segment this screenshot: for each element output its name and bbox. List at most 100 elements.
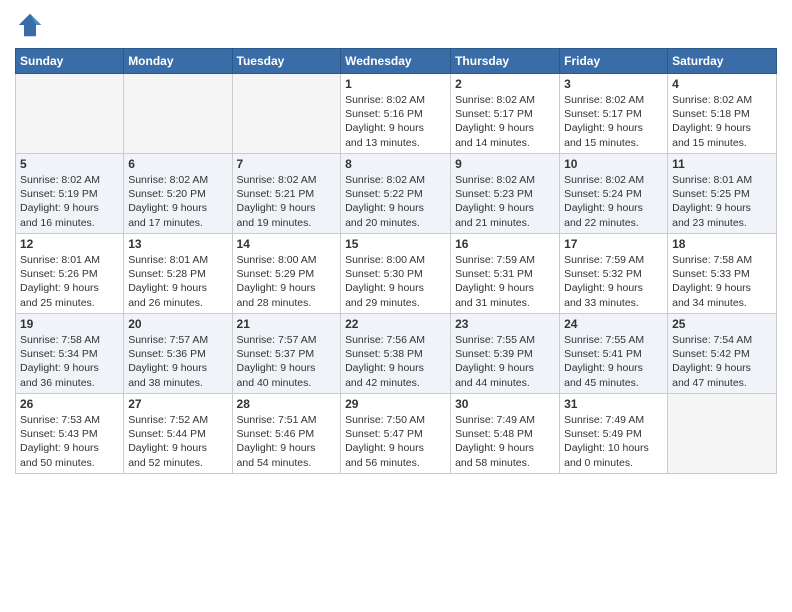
day-number: 24: [564, 317, 663, 331]
day-info: Sunrise: 8:02 AM Sunset: 5:22 PM Dayligh…: [345, 173, 446, 230]
day-info: Sunrise: 7:54 AM Sunset: 5:42 PM Dayligh…: [672, 333, 772, 390]
calendar-cell: 20 Sunrise: 7:57 AM Sunset: 5:36 PM Dayli…: [124, 314, 232, 394]
calendar-week-1: 1 Sunrise: 8:02 AM Sunset: 5:16 PM Daylig…: [16, 74, 777, 154]
header-sunday: Sunday: [16, 49, 124, 74]
day-info: Sunrise: 7:49 AM Sunset: 5:49 PM Dayligh…: [564, 413, 663, 470]
day-info: Sunrise: 7:59 AM Sunset: 5:32 PM Dayligh…: [564, 253, 663, 310]
calendar-cell: 10 Sunrise: 8:02 AM Sunset: 5:24 PM Dayli…: [560, 154, 668, 234]
day-number: 26: [20, 397, 119, 411]
day-info: Sunrise: 8:02 AM Sunset: 5:19 PM Dayligh…: [20, 173, 119, 230]
calendar-cell: 13 Sunrise: 8:01 AM Sunset: 5:28 PM Dayli…: [124, 234, 232, 314]
day-info: Sunrise: 8:02 AM Sunset: 5:18 PM Dayligh…: [672, 93, 772, 150]
calendar-cell: 16Sunrise: 7:59 AM Sunset: 5:31 PM Dayli…: [451, 234, 560, 314]
calendar-cell: 14Sunrise: 8:00 AM Sunset: 5:29 PM Dayli…: [232, 234, 341, 314]
calendar-cell: 21 Sunrise: 7:57 AM Sunset: 5:37 PM Dayli…: [232, 314, 341, 394]
calendar-cell: 11Sunrise: 8:01 AM Sunset: 5:25 PM Dayli…: [668, 154, 777, 234]
day-info: Sunrise: 8:00 AM Sunset: 5:30 PM Dayligh…: [345, 253, 446, 310]
calendar-cell: 26 Sunrise: 7:53 AM Sunset: 5:43 PM Dayli…: [16, 394, 124, 474]
day-number: 22: [345, 317, 446, 331]
day-info: Sunrise: 8:02 AM Sunset: 5:21 PM Dayligh…: [237, 173, 337, 230]
calendar-cell: 22 Sunrise: 7:56 AM Sunset: 5:38 PM Dayli…: [341, 314, 451, 394]
calendar-cell: [668, 394, 777, 474]
calendar-week-2: 5Sunrise: 8:02 AM Sunset: 5:19 PM Daylig…: [16, 154, 777, 234]
day-number: 13: [128, 237, 227, 251]
day-info: Sunrise: 7:49 AM Sunset: 5:48 PM Dayligh…: [455, 413, 555, 470]
day-info: Sunrise: 8:01 AM Sunset: 5:26 PM Dayligh…: [20, 253, 119, 310]
calendar-cell: [232, 74, 341, 154]
day-number: 6: [128, 157, 227, 171]
calendar-cell: 23 Sunrise: 7:55 AM Sunset: 5:39 PM Dayli…: [451, 314, 560, 394]
day-number: 4: [672, 77, 772, 91]
day-number: 9: [455, 157, 555, 171]
calendar-cell: 27 Sunrise: 7:52 AM Sunset: 5:44 PM Dayli…: [124, 394, 232, 474]
day-info: Sunrise: 7:55 AM Sunset: 5:41 PM Dayligh…: [564, 333, 663, 390]
calendar-cell: 4 Sunrise: 8:02 AM Sunset: 5:18 PM Daylig…: [668, 74, 777, 154]
header-wednesday: Wednesday: [341, 49, 451, 74]
calendar-table: SundayMondayTuesdayWednesdayThursdayFrid…: [15, 48, 777, 474]
day-number: 25: [672, 317, 772, 331]
day-info: Sunrise: 7:58 AM Sunset: 5:33 PM Dayligh…: [672, 253, 772, 310]
calendar-cell: 8 Sunrise: 8:02 AM Sunset: 5:22 PM Daylig…: [341, 154, 451, 234]
day-info: Sunrise: 8:01 AM Sunset: 5:28 PM Dayligh…: [128, 253, 227, 310]
day-number: 28: [237, 397, 337, 411]
calendar-cell: 5Sunrise: 8:02 AM Sunset: 5:19 PM Daylig…: [16, 154, 124, 234]
calendar-cell: 19Sunrise: 7:58 AM Sunset: 5:34 PM Dayli…: [16, 314, 124, 394]
calendar-week-4: 19Sunrise: 7:58 AM Sunset: 5:34 PM Dayli…: [16, 314, 777, 394]
day-info: Sunrise: 8:02 AM Sunset: 5:16 PM Dayligh…: [345, 93, 446, 150]
day-info: Sunrise: 7:56 AM Sunset: 5:38 PM Dayligh…: [345, 333, 446, 390]
day-info: Sunrise: 7:51 AM Sunset: 5:46 PM Dayligh…: [237, 413, 337, 470]
day-number: 12: [20, 237, 119, 251]
day-info: Sunrise: 8:02 AM Sunset: 5:23 PM Dayligh…: [455, 173, 555, 230]
day-info: Sunrise: 8:02 AM Sunset: 5:17 PM Dayligh…: [455, 93, 555, 150]
day-number: 3: [564, 77, 663, 91]
day-number: 2: [455, 77, 555, 91]
day-info: Sunrise: 7:57 AM Sunset: 5:37 PM Dayligh…: [237, 333, 337, 390]
calendar-cell: 2 Sunrise: 8:02 AM Sunset: 5:17 PM Daylig…: [451, 74, 560, 154]
day-number: 20: [128, 317, 227, 331]
day-number: 31: [564, 397, 663, 411]
page: SundayMondayTuesdayWednesdayThursdayFrid…: [0, 0, 792, 612]
day-info: Sunrise: 8:02 AM Sunset: 5:20 PM Dayligh…: [128, 173, 227, 230]
calendar-cell: 1 Sunrise: 8:02 AM Sunset: 5:16 PM Daylig…: [341, 74, 451, 154]
calendar-cell: 7 Sunrise: 8:02 AM Sunset: 5:21 PM Daylig…: [232, 154, 341, 234]
day-number: 18: [672, 237, 772, 251]
day-number: 15: [345, 237, 446, 251]
calendar-cell: 30 Sunrise: 7:49 AM Sunset: 5:48 PM Dayli…: [451, 394, 560, 474]
day-number: 16: [455, 237, 555, 251]
day-info: Sunrise: 7:52 AM Sunset: 5:44 PM Dayligh…: [128, 413, 227, 470]
day-number: 7: [237, 157, 337, 171]
day-number: 11: [672, 157, 772, 171]
day-info: Sunrise: 7:58 AM Sunset: 5:34 PM Dayligh…: [20, 333, 119, 390]
day-number: 10: [564, 157, 663, 171]
day-number: 14: [237, 237, 337, 251]
header-monday: Monday: [124, 49, 232, 74]
calendar-cell: 12 Sunrise: 8:01 AM Sunset: 5:26 PM Dayli…: [16, 234, 124, 314]
day-number: 27: [128, 397, 227, 411]
calendar-cell: 18 Sunrise: 7:58 AM Sunset: 5:33 PM Dayli…: [668, 234, 777, 314]
day-number: 1: [345, 77, 446, 91]
calendar-cell: [16, 74, 124, 154]
calendar-header-row: SundayMondayTuesdayWednesdayThursdayFrid…: [16, 49, 777, 74]
calendar-cell: 17 Sunrise: 7:59 AM Sunset: 5:32 PM Dayli…: [560, 234, 668, 314]
header-tuesday: Tuesday: [232, 49, 341, 74]
calendar-week-5: 26 Sunrise: 7:53 AM Sunset: 5:43 PM Dayli…: [16, 394, 777, 474]
calendar-cell: 31 Sunrise: 7:49 AM Sunset: 5:49 PM Dayli…: [560, 394, 668, 474]
day-info: Sunrise: 7:53 AM Sunset: 5:43 PM Dayligh…: [20, 413, 119, 470]
logo-icon: [15, 10, 45, 40]
day-number: 29: [345, 397, 446, 411]
calendar-cell: 15 Sunrise: 8:00 AM Sunset: 5:30 PM Dayli…: [341, 234, 451, 314]
day-number: 8: [345, 157, 446, 171]
day-info: Sunrise: 8:02 AM Sunset: 5:17 PM Dayligh…: [564, 93, 663, 150]
calendar-cell: 29Sunrise: 7:50 AM Sunset: 5:47 PM Dayli…: [341, 394, 451, 474]
calendar-cell: 9 Sunrise: 8:02 AM Sunset: 5:23 PM Daylig…: [451, 154, 560, 234]
day-number: 30: [455, 397, 555, 411]
calendar-cell: 28 Sunrise: 7:51 AM Sunset: 5:46 PM Dayli…: [232, 394, 341, 474]
day-info: Sunrise: 7:55 AM Sunset: 5:39 PM Dayligh…: [455, 333, 555, 390]
logo: [15, 10, 49, 40]
calendar-cell: 24 Sunrise: 7:55 AM Sunset: 5:41 PM Dayli…: [560, 314, 668, 394]
day-number: 21: [237, 317, 337, 331]
day-info: Sunrise: 8:02 AM Sunset: 5:24 PM Dayligh…: [564, 173, 663, 230]
day-number: 17: [564, 237, 663, 251]
day-info: Sunrise: 7:57 AM Sunset: 5:36 PM Dayligh…: [128, 333, 227, 390]
day-number: 23: [455, 317, 555, 331]
